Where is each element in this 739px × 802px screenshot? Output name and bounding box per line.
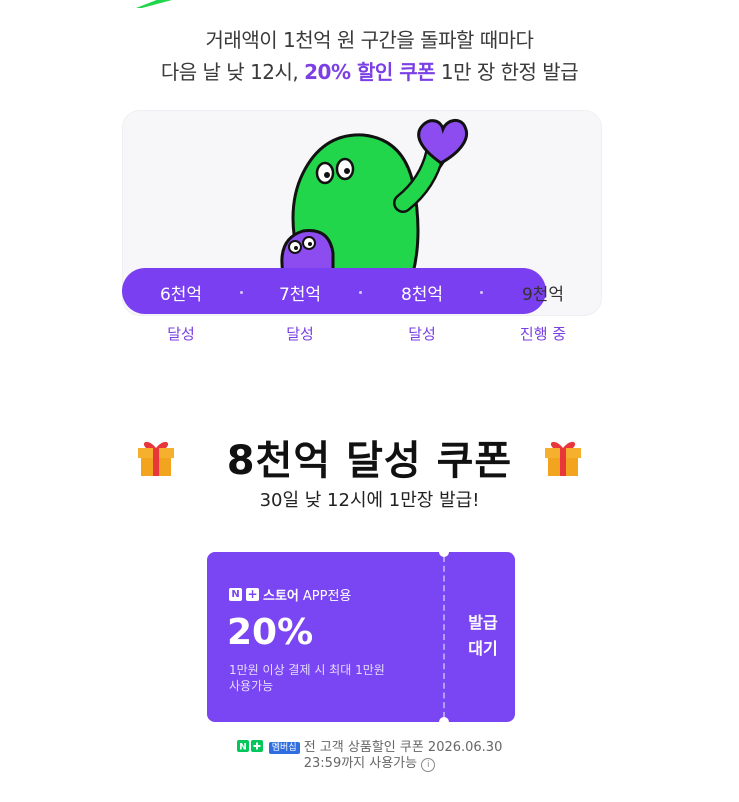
status-8000: 달성: [408, 325, 436, 343]
coupon-notch: [439, 717, 449, 727]
intro-line-2-prefix: 다음 날 낮 12시,: [160, 60, 305, 84]
coupon-issue-button[interactable]: 발급 대기: [451, 610, 515, 662]
coupon-section-title: 8천억 달성 쿠폰: [226, 438, 513, 484]
status-7000: 달성: [286, 325, 314, 343]
coupon-perforation: [443, 556, 445, 718]
status-9000: 진행 중: [519, 325, 567, 343]
coupon-condition: 1만원 이상 결제 시 최대 1만원 사용가능: [229, 662, 385, 694]
naver-plus-badge-icon: N: [236, 740, 263, 753]
coupon-note-text-2: 23:59까지 사용가능: [303, 756, 418, 771]
coupon-brand: N + 스토어 APP전용: [229, 585, 351, 604]
coupon-issue-line-1: 발급: [468, 613, 498, 632]
intro-highlight: 20% 할인 쿠폰: [304, 60, 436, 84]
intro-line-2-suffix: 1만 장 한정 발급: [435, 60, 579, 84]
naver-n-icon: N: [229, 588, 242, 601]
coupon-brand-label: 스토어: [263, 589, 299, 604]
coupon-notch: [439, 547, 449, 557]
step-6000: 6천억: [159, 285, 203, 305]
coupon-card[interactable]: N + 스토어 APP전용 20% 1만원 이상 결제 시 최대 1만원 사용가…: [207, 547, 515, 727]
coupon-discount: 20%: [227, 612, 314, 653]
step-9000: 9천억: [521, 285, 565, 305]
coupon-note-line-2: 23:59까지 사용가능 i: [0, 752, 739, 772]
step-8000: 8천억: [400, 285, 444, 305]
step-7000: 7천억: [278, 285, 322, 305]
plus-icon: +: [246, 587, 259, 601]
mascot-illustration: [280, 119, 468, 275]
info-icon[interactable]: i: [421, 758, 436, 772]
status-6000: 달성: [167, 325, 195, 343]
intro-line-1: 거래액이 1천억 원 구간을 돌파할 때마다: [205, 28, 534, 52]
coupon-section-subtitle: 30일 낮 12시에 1만장 발급!: [259, 490, 480, 511]
coupon-condition-line-1: 1만원 이상 결제 시 최대 1만원: [229, 663, 385, 677]
coupon-condition-line-2: 사용가능: [229, 679, 274, 693]
coupon-issue-line-2: 대기: [468, 639, 498, 658]
decor-accent: [136, 0, 172, 8]
badge-n-letter: N: [239, 743, 247, 753]
coupon-app-only: APP전용: [302, 589, 352, 604]
intro-line-2: 다음 날 낮 12시, 20% 할인 쿠폰 1만 장 한정 발급: [0, 56, 739, 85]
